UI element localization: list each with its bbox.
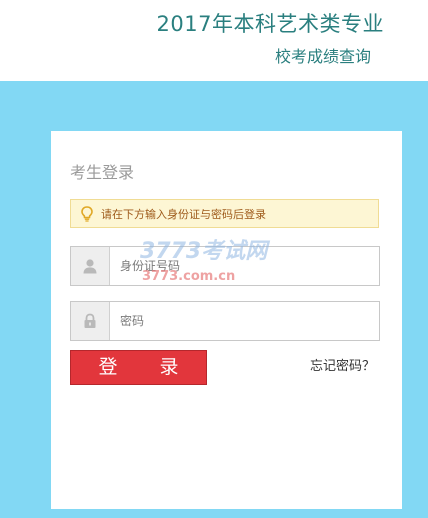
user-icon — [71, 247, 110, 285]
page-title: 2017年本科艺术类专业 — [156, 12, 384, 36]
page-subtitle: 校考成绩查询 — [274, 47, 371, 66]
lock-icon — [71, 302, 110, 340]
forgot-password-link[interactable]: 忘记密码？ — [310, 355, 375, 374]
lightbulb-icon — [81, 206, 93, 222]
password-input[interactable] — [120, 302, 370, 340]
login-heading: 考生登录 — [70, 163, 135, 182]
id-number-field — [70, 246, 380, 286]
id-number-input[interactable] — [120, 247, 370, 285]
login-button[interactable]: 登 录 — [70, 350, 207, 385]
notice-text: 请在下方输入身份证与密码后登录 — [101, 208, 266, 221]
notice-banner: 请在下方输入身份证与密码后登录 — [70, 199, 379, 228]
login-panel: 考生登录 请在下方输入身份证与密码后登录 身份证号码 登 录 忘记密码？ — [51, 131, 402, 509]
page-header: 2017年本科艺术类专业 校考成绩查询 — [0, 0, 428, 81]
password-field — [70, 301, 380, 341]
